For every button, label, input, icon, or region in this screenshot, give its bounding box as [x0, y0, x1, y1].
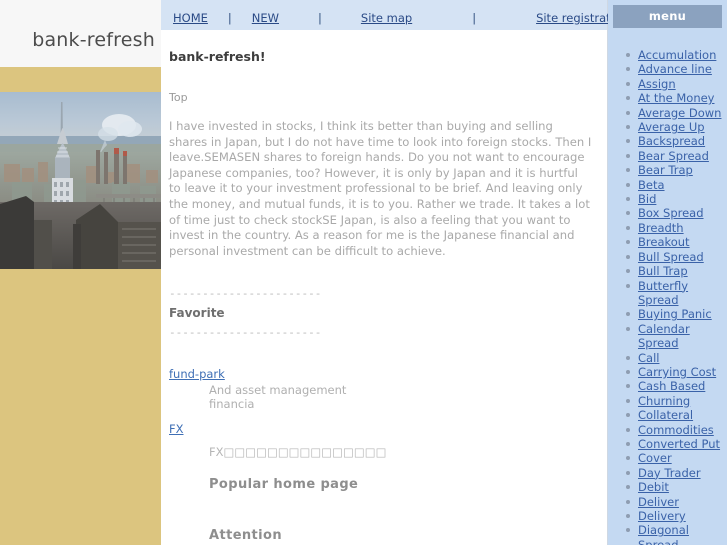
- menu-list-item[interactable]: Butterfly Spread: [626, 279, 727, 308]
- menu-link[interactable]: Accumulation: [638, 48, 716, 62]
- menu-list: Accumulation Advance line Assign At the Mon…: [608, 48, 727, 545]
- menu-link[interactable]: Delivery: [638, 509, 686, 523]
- cityscape-photo: [0, 92, 161, 269]
- nav-separator: |: [227, 11, 232, 25]
- menu-list-item[interactable]: Assign: [626, 77, 727, 91]
- right-sidebar: menu Accumulation Advance line Assign At th…: [608, 0, 727, 545]
- menu-link[interactable]: Bull Spread: [638, 250, 704, 264]
- menu-link[interactable]: Churning: [638, 394, 690, 408]
- menu-link[interactable]: Diagonal Spread: [638, 523, 689, 545]
- menu-list-item[interactable]: Bid: [626, 192, 727, 206]
- link-fx[interactable]: FX: [169, 422, 184, 436]
- menu-link[interactable]: Debit: [638, 480, 669, 494]
- popular-home-page-heading: Popular home page: [209, 477, 359, 493]
- menu-list-item[interactable]: Accumulation: [626, 48, 727, 62]
- favorite-item-fund-park: fund-park: [161, 338, 607, 381]
- menu-list-item[interactable]: Beta: [626, 178, 727, 192]
- nav-links: HOME|NEW|Site map|Site registration|: [161, 0, 692, 25]
- link-fund-park[interactable]: fund-park: [169, 367, 225, 381]
- divider-bottom: -----------------------: [169, 326, 322, 340]
- menu-link[interactable]: Beta: [638, 178, 665, 192]
- menu-list-item[interactable]: Cover: [626, 451, 727, 465]
- menu-link[interactable]: Box Spread: [638, 206, 704, 220]
- site-title: bank-refresh: [32, 29, 155, 51]
- left-sidebar: bank-refresh: [0, 0, 161, 545]
- menu-list-item[interactable]: Debit: [626, 480, 727, 494]
- fund-park-description: And asset management financia: [161, 381, 607, 411]
- menu-link[interactable]: At the Money: [638, 91, 715, 105]
- menu-link[interactable]: Buying Panic: [638, 307, 712, 321]
- menu-link[interactable]: Average Down: [638, 106, 721, 120]
- page-content: bank-refresh! Top I have invested in sto…: [161, 30, 607, 543]
- menu-link[interactable]: Average Up: [638, 120, 705, 134]
- menu-list-item[interactable]: Bull Spread: [626, 250, 727, 264]
- menu-list-item[interactable]: Advance line: [626, 62, 727, 76]
- menu-list-item[interactable]: Buying Panic: [626, 307, 727, 321]
- page-title: bank-refresh!: [169, 49, 266, 64]
- nav-link-site-map[interactable]: Site map: [361, 11, 412, 25]
- menu-link[interactable]: Bull Trap: [638, 264, 688, 278]
- fund-park-description-line1: And asset management: [209, 383, 347, 398]
- fx-description: FX□□□□□□□□□□□□□□□: [209, 445, 387, 460]
- menu-link[interactable]: Bear Spread: [638, 149, 709, 163]
- menu-list-item[interactable]: Delivery: [626, 509, 727, 523]
- nav-separator: |: [472, 11, 477, 25]
- menu-link[interactable]: Cash Based: [638, 379, 705, 393]
- menu-link[interactable]: Deliver: [638, 495, 679, 509]
- menu-list-item[interactable]: Average Down: [626, 106, 727, 120]
- menu-link[interactable]: Bear Trap: [638, 163, 693, 177]
- top-label: Top: [169, 91, 188, 104]
- menu-link[interactable]: Day Trader: [638, 466, 701, 480]
- menu-list-item[interactable]: Box Spread: [626, 206, 727, 220]
- menu-link[interactable]: Commodities: [638, 423, 714, 437]
- site-title-band: bank-refresh: [0, 0, 161, 67]
- menu-link[interactable]: Cover: [638, 451, 672, 465]
- menu-link[interactable]: Butterfly Spread: [638, 279, 688, 307]
- favorite-item-fx: FX: [161, 411, 607, 436]
- menu-link[interactable]: Collateral: [638, 408, 693, 422]
- page-root: bank-refresh HOME | NEW | Site map | Sit…: [0, 0, 727, 545]
- menu-link[interactable]: Advance line: [638, 62, 712, 76]
- main-column: HOME|NEW|Site map|Site registration| ban…: [161, 0, 692, 545]
- menu-link[interactable]: Converted Put: [638, 437, 720, 451]
- top-navigation-bar: HOME|NEW|Site map|Site registration|: [161, 0, 692, 30]
- menu-list-item[interactable]: Deliver: [626, 495, 727, 509]
- menu-list-item[interactable]: At the Money: [626, 91, 727, 105]
- nav-link-new[interactable]: NEW: [252, 11, 279, 25]
- nav-link-home[interactable]: HOME: [173, 11, 208, 25]
- menu-list-item[interactable]: Breakout: [626, 235, 727, 249]
- menu-link[interactable]: Backspread: [638, 134, 705, 148]
- menu-list-item[interactable]: Average Up: [626, 120, 727, 134]
- menu-list-item[interactable]: Carrying Cost: [626, 365, 727, 379]
- intro-paragraph: I have invested in stocks, I think its b…: [169, 119, 592, 258]
- menu-link[interactable]: Bid: [638, 192, 656, 206]
- menu-list-item[interactable]: Calendar Spread: [626, 322, 727, 351]
- menu-link[interactable]: Assign: [638, 77, 676, 91]
- menu-header: menu: [613, 5, 722, 28]
- menu-list-item[interactable]: Churning: [626, 394, 727, 408]
- menu-list-item[interactable]: Commodities: [626, 423, 727, 437]
- menu-list-item[interactable]: Diagonal Spread: [626, 523, 727, 545]
- menu-list-item[interactable]: Breadth: [626, 221, 727, 235]
- menu-link[interactable]: Carrying Cost: [638, 365, 716, 379]
- menu-link[interactable]: Breadth: [638, 221, 684, 235]
- menu-list-item[interactable]: Call: [626, 351, 727, 365]
- menu-link[interactable]: Breakout: [638, 235, 690, 249]
- menu-link[interactable]: Call: [638, 351, 659, 365]
- menu-list-item[interactable]: Converted Put: [626, 437, 727, 451]
- attention-heading: Attention: [209, 528, 283, 544]
- menu-list-item[interactable]: Cash Based: [626, 379, 727, 393]
- menu-list-item[interactable]: Backspread: [626, 134, 727, 148]
- menu-list-item[interactable]: Bear Trap: [626, 163, 727, 177]
- favorite-heading: Favorite: [169, 306, 225, 321]
- menu-link[interactable]: Calendar Spread: [638, 322, 690, 350]
- divider-top: -----------------------: [169, 287, 322, 301]
- menu-list-item[interactable]: Bull Trap: [626, 264, 727, 278]
- menu-list-item[interactable]: Bear Spread: [626, 149, 727, 163]
- menu-list-item[interactable]: Day Trader: [626, 466, 727, 480]
- menu-list-item[interactable]: Collateral: [626, 408, 727, 422]
- nav-separator: |: [318, 11, 322, 25]
- fund-park-description-line2: financia: [209, 397, 255, 412]
